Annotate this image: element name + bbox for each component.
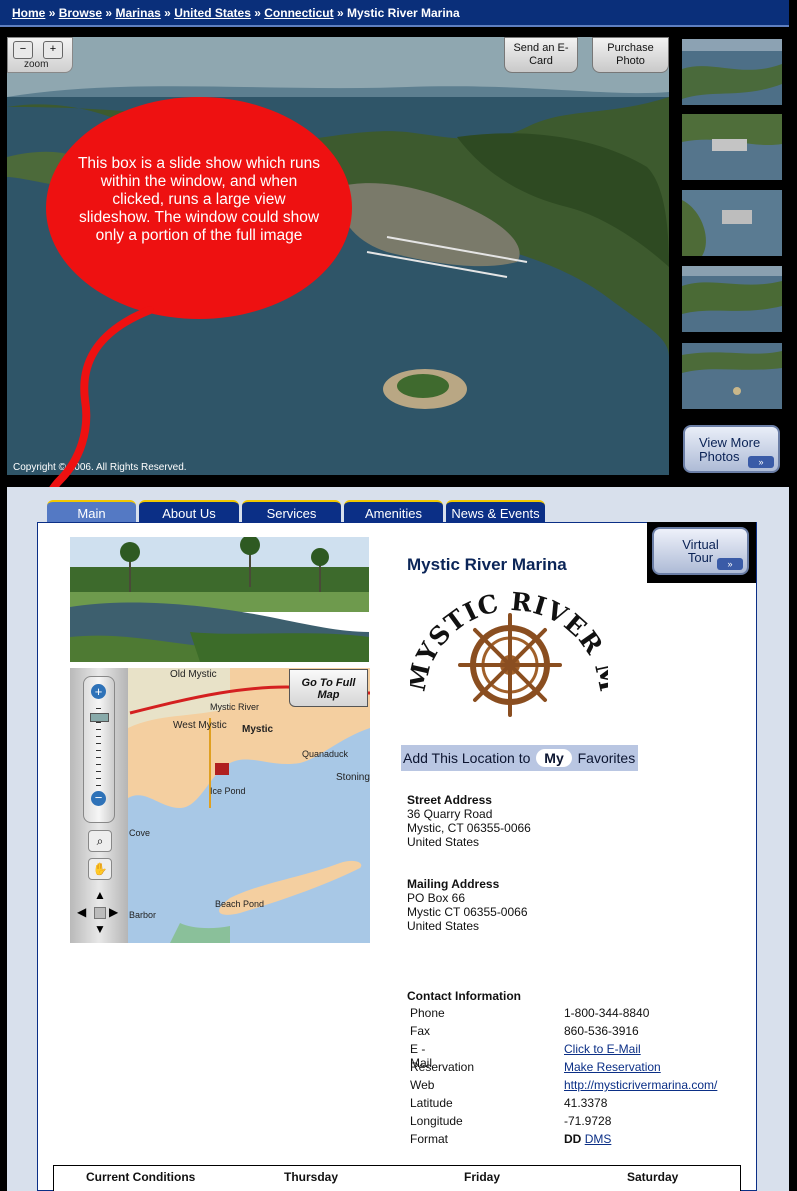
- marina-logo: MYSTIC RIVER MARINA: [398, 560, 623, 733]
- tab-services[interactable]: Services: [242, 500, 341, 523]
- map-controls: + − ⌕ ✋ ▲ ▼ ◀ ▶: [70, 668, 128, 943]
- street-address-line: United States: [407, 835, 480, 849]
- thumbnail-3[interactable]: [682, 190, 782, 256]
- thumbnail-4[interactable]: [682, 266, 782, 332]
- marina-photo[interactable]: [70, 537, 369, 662]
- street-address-label: Street Address: [407, 793, 492, 807]
- contact-fax-value: 860-536-3916: [564, 1024, 639, 1038]
- double-chevron-right-icon: »: [717, 558, 743, 570]
- longitude-value: -71.9728: [564, 1114, 612, 1128]
- map-label: Ice Pond: [210, 786, 246, 796]
- map-label: Cove: [129, 828, 151, 838]
- mailing-address-line: PO Box 66: [407, 891, 466, 905]
- street-address-block: Street Address 36 Quarry Road Mystic, CT…: [407, 793, 531, 849]
- favorites-text: Add This Location to: [403, 750, 531, 766]
- conditions-day-header: Friday: [464, 1170, 501, 1184]
- conditions-header: Current Conditions: [86, 1170, 196, 1184]
- go-to-full-map-button[interactable]: Go To Full Map: [289, 669, 368, 707]
- map-label: Stoning: [336, 772, 370, 783]
- map-zoom-in-icon[interactable]: +: [91, 684, 106, 699]
- contact-key: Reservation: [410, 1060, 475, 1074]
- contact-information-title: Contact Information: [407, 989, 521, 1003]
- conditions-day-header: Saturday: [627, 1170, 679, 1184]
- format-value: DD DMS: [564, 1132, 611, 1146]
- contact-key: Fax: [410, 1024, 431, 1038]
- zoom-thumb[interactable]: [90, 713, 109, 722]
- contact-key: Web: [410, 1078, 435, 1092]
- view-more-photos-button[interactable]: View More Photos »: [683, 425, 780, 473]
- marina-name: Mystic River Marina: [407, 555, 567, 574]
- map-label: West Mystic: [173, 720, 227, 731]
- map-label: Beach Pond: [215, 899, 265, 909]
- add-to-favorites-button[interactable]: Add This Location to My Favorites: [401, 745, 638, 771]
- pan-arrows-icon[interactable]: ▲ ▼ ◀ ▶: [77, 888, 121, 938]
- mailing-address-block: Mailing Address PO Box 66 Mystic CT 0635…: [407, 877, 528, 933]
- mailing-address-line: Mystic CT 06355-0066: [407, 905, 528, 919]
- current-conditions-table: Current Conditions Thursday Friday Satur…: [53, 1165, 741, 1191]
- email-link[interactable]: Click to E-Mail: [564, 1042, 641, 1056]
- tab-main[interactable]: Main: [47, 500, 136, 523]
- magnify-icon[interactable]: ⌕: [88, 830, 112, 852]
- street-address-line: 36 Quarry Road: [407, 807, 493, 821]
- double-chevron-right-icon: »: [748, 456, 774, 468]
- map-zoom-out-icon[interactable]: −: [91, 791, 106, 806]
- format-dms-link[interactable]: DMS: [585, 1132, 612, 1146]
- format-dd: DD: [564, 1132, 582, 1146]
- map-label: Old Mystic: [170, 669, 217, 680]
- contact-key: Latitude: [410, 1096, 453, 1110]
- make-reservation-link[interactable]: Make Reservation: [564, 1060, 661, 1074]
- contact-key: Format: [410, 1132, 449, 1146]
- tab-amenities[interactable]: Amenities: [344, 500, 443, 523]
- website-link[interactable]: http://mysticrivermarina.com/: [564, 1078, 717, 1092]
- virtual-tour-button[interactable]: Virtual Tour »: [652, 527, 749, 575]
- latitude-value: 41.3378: [564, 1096, 608, 1110]
- virtual-tour-box: Virtual Tour »: [647, 522, 756, 583]
- map-label: Barbor: [129, 910, 157, 920]
- conditions-day-header: Thursday: [284, 1170, 339, 1184]
- my-favorites-badge: My: [536, 749, 572, 767]
- contact-key: Phone: [410, 1006, 445, 1020]
- location-map[interactable]: + − ⌕ ✋ ▲ ▼ ◀ ▶ Old Mystic West Mystic M…: [70, 668, 370, 943]
- contact-phone-value: 1-800-344-8840: [564, 1006, 650, 1020]
- thumbnail-1[interactable]: [682, 39, 782, 105]
- thumbnail-5[interactable]: [682, 343, 782, 409]
- tab-news-events[interactable]: News & Events: [446, 500, 545, 523]
- favorites-text: Favorites: [577, 750, 636, 766]
- tab-about-us[interactable]: About Us: [139, 500, 239, 523]
- street-address-line: Mystic, CT 06355-0066: [407, 821, 531, 835]
- contact-key: Longitude: [410, 1114, 463, 1128]
- mailing-address-label: Mailing Address: [407, 877, 500, 891]
- map-label: Mystic: [242, 724, 274, 735]
- pan-hand-icon[interactable]: ✋: [88, 858, 112, 880]
- map-label: Quanaduck: [302, 749, 349, 759]
- mailing-address-line: United States: [407, 919, 480, 933]
- thumbnail-2[interactable]: [682, 114, 782, 180]
- map-label: Mystic River: [210, 702, 259, 712]
